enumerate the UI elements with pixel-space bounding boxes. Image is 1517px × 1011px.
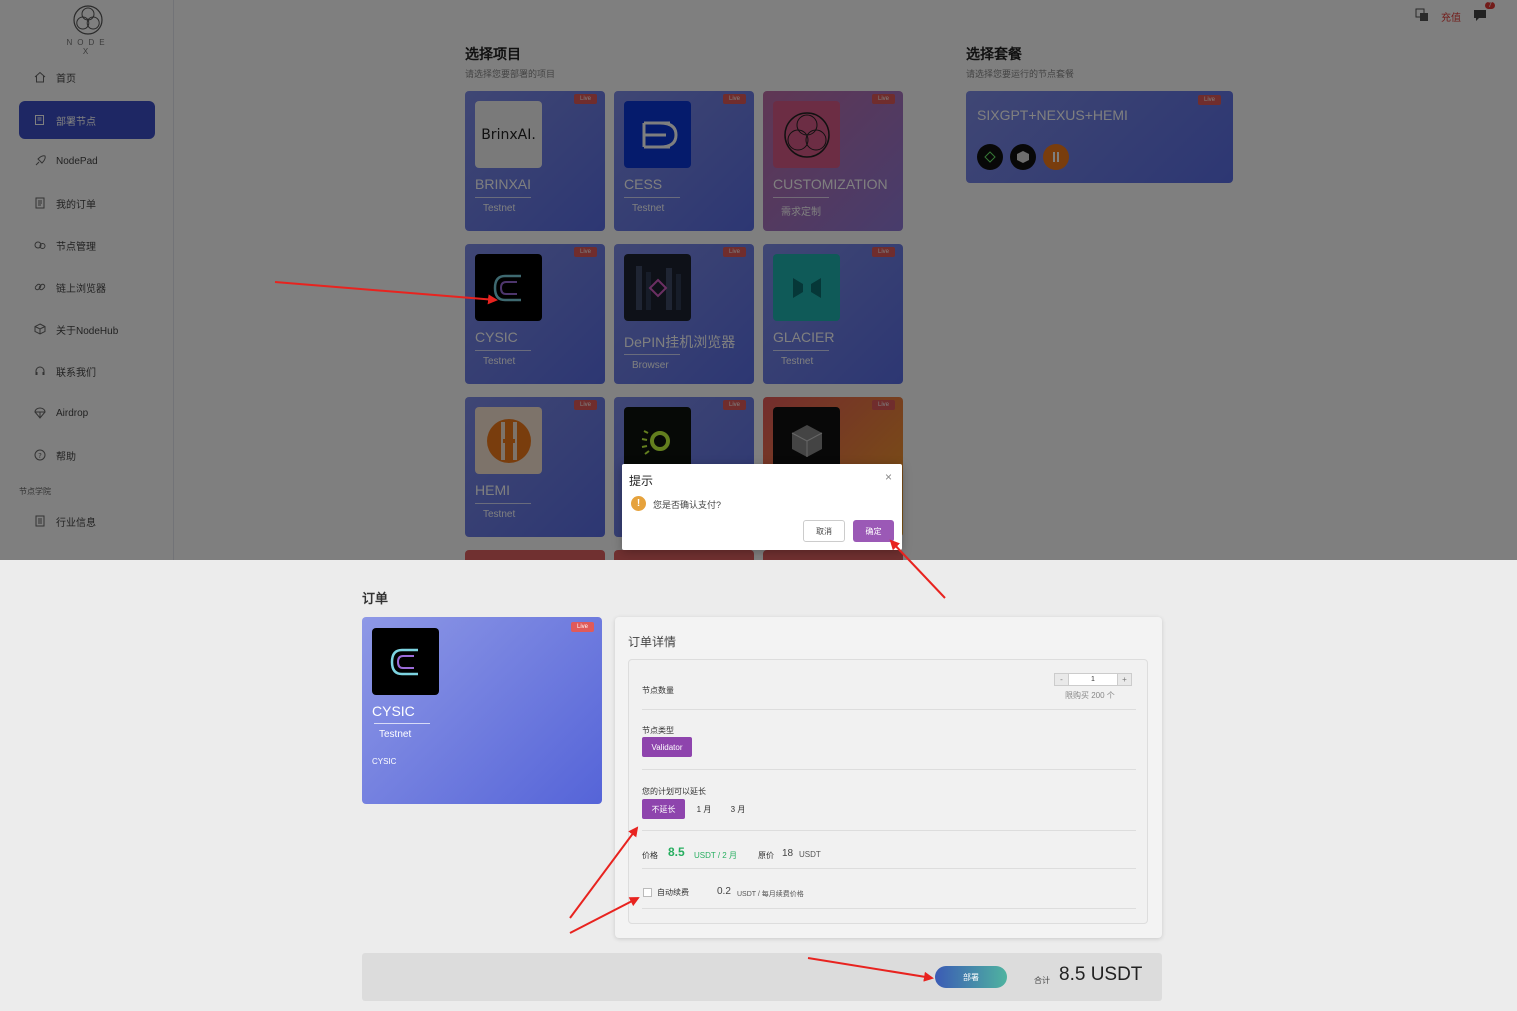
divider [642,769,1136,770]
card-tag: Testnet [379,729,412,740]
dialog-message: 您是否确认支付? [653,500,722,510]
dialog-title: 提示 [629,474,654,488]
quantity-minus-button[interactable]: - [1054,673,1069,686]
live-badge: Live [570,622,594,632]
original-price-unit: USDT [799,850,821,859]
order-panel: 订单 Live CYSIC Testnet CYSIC 订单详情 节点数量 - … [0,560,1517,1011]
confirm-button[interactable]: 确定 [853,520,894,542]
divider [642,709,1136,710]
extend-label: 您的计划可以延长 [642,787,706,796]
checkout-bar: 部署 合计 8.5 USDT [362,953,1162,1001]
app-screen: NODE X 首页 部署节点 NodePad 我的订单 节点管理 链上浏览器 [0,0,1517,560]
quantity-plus-button[interactable]: + [1117,673,1132,686]
quantity-stepper: - 1 + [1054,673,1132,686]
divider [642,830,1136,831]
order-details: 订单详情 节点数量 - 1 + 限购买 200 个 节点类型 Validator… [615,617,1162,938]
price-unit: USDT / 2 月 [694,851,737,860]
card-divider [374,723,430,724]
auto-renew-checkbox[interactable] [643,888,652,897]
total-value: 8.5 USDT [1059,964,1143,985]
deploy-button[interactable]: 部署 [935,966,1007,988]
card-name: CYSIC [372,703,415,719]
extend-option-3m[interactable]: 3 月 [725,799,751,819]
auto-renew-unit: USDT / 每月续费价格 [737,891,804,898]
auto-renew-value: 0.2 [717,886,731,897]
quantity-limit: 限购买 200 个 [1065,691,1115,700]
divider [642,908,1136,909]
price-value: 8.5 [668,845,685,859]
cysic-logo-icon [372,628,439,695]
original-price-label: 原价 [758,851,774,860]
order-details-body: 节点数量 - 1 + 限购买 200 个 节点类型 Validator 您的计划… [628,659,1148,924]
order-title: 订单 [362,591,389,606]
node-type-validator[interactable]: Validator [642,737,692,757]
order-details-title: 订单详情 [628,635,677,649]
extend-option-1m[interactable]: 1 月 [691,799,717,819]
card-description: CYSIC [372,757,397,766]
order-project-card: Live CYSIC Testnet CYSIC [362,617,602,804]
node-type-label: 节点类型 [642,726,674,735]
divider [642,868,1136,869]
close-icon[interactable]: × [885,470,892,484]
price-label: 价格 [642,851,658,860]
quantity-label: 节点数量 [642,686,674,695]
cancel-button[interactable]: 取消 [803,520,845,542]
warning-icon: ! [631,496,646,511]
quantity-input[interactable]: 1 [1069,673,1117,686]
auto-renew-label: 自动续费 [657,888,689,897]
extend-option-none[interactable]: 不延长 [642,799,685,819]
original-price-value: 18 [782,848,794,859]
total-label: 合计 [1034,976,1050,985]
confirm-dialog: 提示 × ! 您是否确认支付? 取消 确定 [622,464,902,550]
